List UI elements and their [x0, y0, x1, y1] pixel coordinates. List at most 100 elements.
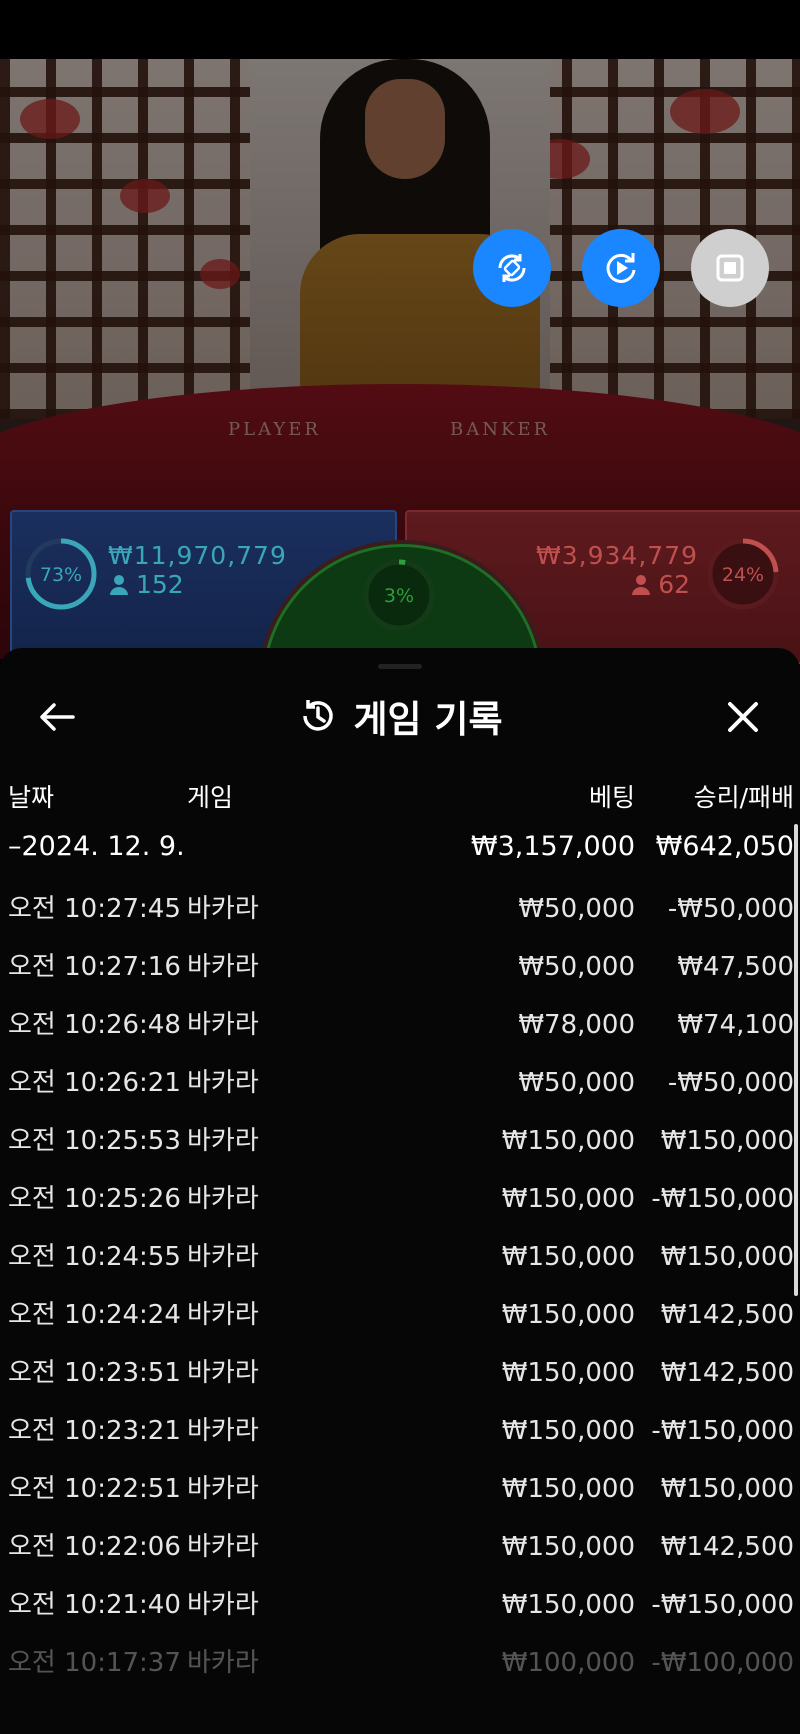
sheet-grab-handle[interactable] — [378, 664, 422, 669]
row-result: ₩142,500 — [660, 1532, 794, 1562]
column-header-bet: 베팅 — [588, 783, 635, 812]
row-bet: ₩150,000 — [501, 1474, 635, 1504]
row-result: ₩74,100 — [677, 1010, 794, 1040]
row-result: ₩47,500 — [677, 952, 794, 982]
user-icon — [110, 574, 128, 595]
row-time: 오전 10:25:53 — [8, 1126, 181, 1156]
row-result: -₩50,000 — [667, 1068, 794, 1098]
history-row[interactable]: 오전 10:22:06 바카라 ₩150,000 ₩142,500 — [0, 1518, 800, 1576]
row-time: 오전 10:24:24 — [8, 1300, 181, 1330]
row-time: 오전 10:26:48 — [8, 1010, 181, 1040]
row-bet: ₩78,000 — [518, 1010, 635, 1040]
row-result: ₩150,000 — [660, 1242, 794, 1272]
history-row[interactable]: 오전 10:27:16 바카라 ₩50,000 ₩47,500 — [0, 938, 800, 996]
stop-button[interactable] — [691, 229, 769, 307]
row-time: 오전 10:25:26 — [8, 1184, 181, 1214]
status-bar-area — [0, 0, 800, 59]
history-row[interactable]: 오전 10:25:26 바카라 ₩150,000 -₩150,000 — [0, 1170, 800, 1228]
row-game: 바카라 — [187, 1126, 259, 1156]
row-time: 오전 10:17:37 — [8, 1648, 181, 1678]
user-icon — [632, 574, 651, 595]
history-row[interactable]: 오전 10:25:53 바카라 ₩150,000 ₩150,000 — [0, 1112, 800, 1170]
column-header-date: 날짜 — [8, 783, 55, 812]
history-row[interactable]: 오전 10:23:51 바카라 ₩150,000 ₩142,500 — [0, 1344, 800, 1402]
row-result: ₩150,000 — [660, 1126, 794, 1156]
row-time: 오전 10:22:51 — [8, 1474, 181, 1504]
row-bet: ₩150,000 — [501, 1532, 635, 1562]
row-result: -₩150,000 — [651, 1590, 794, 1620]
player-percent: 73% — [40, 564, 82, 586]
row-time: 오전 10:21:40 — [8, 1590, 181, 1620]
row-bet: ₩150,000 — [501, 1416, 635, 1446]
row-bet: ₩50,000 — [518, 894, 635, 924]
replay-button[interactable] — [582, 229, 660, 307]
history-row[interactable]: 오전 10:27:45 바카라 ₩50,000 -₩50,000 — [0, 880, 800, 938]
row-game: 바카라 — [187, 1242, 259, 1272]
column-header-result: 승리/패배 — [693, 783, 794, 812]
history-row[interactable]: 오전 10:24:55 바카라 ₩150,000 ₩150,000 — [0, 1228, 800, 1286]
row-result: -₩50,000 — [667, 894, 794, 924]
history-row[interactable]: 오전 10:21:40 바카라 ₩150,000 -₩150,000 — [0, 1576, 800, 1634]
row-time: 오전 10:26:21 — [8, 1068, 181, 1098]
row-game: 바카라 — [187, 1068, 259, 1098]
row-game: 바카라 — [187, 1474, 259, 1504]
row-result: ₩142,500 — [660, 1300, 794, 1330]
row-bet: ₩150,000 — [501, 1126, 635, 1156]
row-game: 바카라 — [187, 1648, 259, 1678]
row-bet: ₩150,000 — [501, 1358, 635, 1388]
history-row[interactable]: 오전 10:23:21 바카라 ₩150,000 -₩150,000 — [0, 1402, 800, 1460]
row-time: 오전 10:27:45 — [8, 894, 181, 924]
player-bettor-count: 152 — [110, 570, 184, 599]
banker-percent-ring: 24% — [707, 538, 779, 610]
date-summary-row[interactable]: –2024. 12. 9. ₩3,157,000 ₩642,050 — [0, 818, 800, 876]
history-row[interactable]: 오전 10:17:37 바카라 ₩100,000 -₩100,000 — [0, 1634, 800, 1692]
row-bet: ₩50,000 — [518, 952, 635, 982]
row-game: 바카라 — [187, 1010, 259, 1040]
rotate-screen-icon — [498, 254, 526, 282]
row-game: 바카라 — [187, 1590, 259, 1620]
sheet-header: 게임 기록 — [0, 684, 800, 748]
row-time: 오전 10:27:16 — [8, 952, 181, 982]
banker-bet-amount: ₩3,934,779 — [536, 541, 698, 570]
row-bet: ₩50,000 — [518, 1068, 635, 1098]
history-row[interactable]: 오전 10:26:48 바카라 ₩78,000 ₩74,100 — [0, 996, 800, 1054]
history-row[interactable]: 오전 10:26:21 바카라 ₩50,000 -₩50,000 — [0, 1054, 800, 1112]
row-game: 바카라 — [187, 1300, 259, 1330]
row-game: 바카라 — [187, 1358, 259, 1388]
history-row[interactable]: 오전 10:22:51 바카라 ₩150,000 ₩150,000 — [0, 1460, 800, 1518]
row-result: ₩142,500 — [660, 1358, 794, 1388]
history-row[interactable]: 오전 10:24:24 바카라 ₩150,000 ₩142,500 — [0, 1286, 800, 1344]
row-game: 바카라 — [187, 894, 259, 924]
row-result: -₩100,000 — [651, 1648, 794, 1678]
row-bet: ₩150,000 — [501, 1184, 635, 1214]
close-icon — [728, 702, 758, 732]
scrollbar[interactable] — [794, 824, 798, 1296]
row-game: 바카라 — [187, 1184, 259, 1214]
tie-percent: 3% — [384, 585, 414, 607]
replay-icon — [606, 253, 636, 283]
summary-bet: ₩3,157,000 — [470, 831, 635, 862]
row-game: 바카라 — [187, 1532, 259, 1562]
row-bet: ₩150,000 — [501, 1590, 635, 1620]
column-header-game: 게임 — [187, 783, 234, 812]
player-percent-ring: 73% — [25, 538, 97, 610]
rotate-screen-button[interactable] — [473, 229, 551, 307]
row-game: 바카라 — [187, 952, 259, 982]
row-time: 오전 10:22:06 — [8, 1532, 181, 1562]
banker-percent: 24% — [722, 564, 764, 586]
history-icon — [303, 700, 334, 731]
row-game: 바카라 — [187, 1416, 259, 1446]
row-result: -₩150,000 — [651, 1416, 794, 1446]
close-button[interactable] — [718, 692, 768, 742]
summary-date: –2024. 12. 9. — [8, 831, 185, 862]
row-bet: ₩100,000 — [501, 1648, 635, 1678]
player-bet-amount: ₩11,970,779 — [108, 541, 287, 570]
row-time: 오전 10:23:51 — [8, 1358, 181, 1388]
banker-bettor-count: 62 — [632, 570, 690, 599]
row-time: 오전 10:23:21 — [8, 1416, 181, 1446]
row-result: -₩150,000 — [651, 1184, 794, 1214]
game-history-sheet: 게임 기록 날짜 게임 베팅 승리/패배 –2024. 12. 9. ₩3,15… — [0, 648, 800, 1734]
row-bet: ₩150,000 — [501, 1300, 635, 1330]
row-time: 오전 10:24:55 — [8, 1242, 181, 1272]
sheet-title: 게임 기록 — [353, 698, 503, 741]
